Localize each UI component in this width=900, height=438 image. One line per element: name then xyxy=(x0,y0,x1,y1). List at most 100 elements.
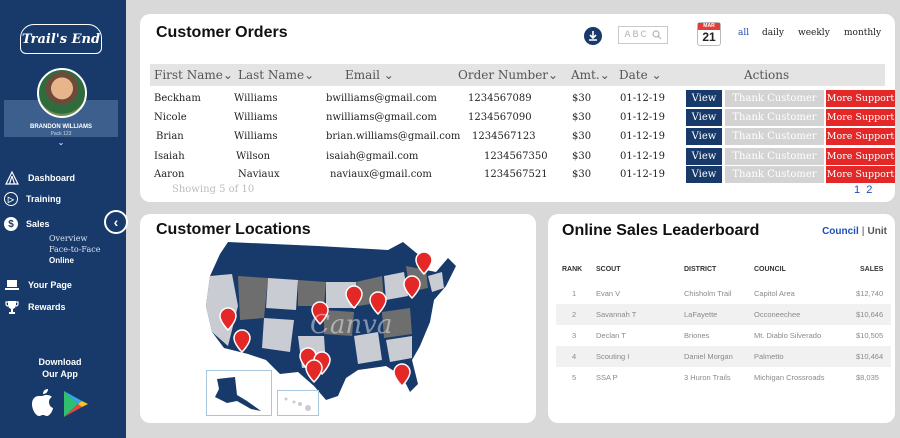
col-sales: SALES xyxy=(860,266,884,273)
list-item[interactable]: 3 Declan T Briones Mt. Diablo Silverado … xyxy=(556,325,891,346)
tent-icon xyxy=(4,170,20,186)
sidebar-item-label: Rewards xyxy=(28,302,66,312)
list-item[interactable]: 1 Evan V Chisholm Trail Capitol Area $12… xyxy=(556,283,891,304)
google-play-icon[interactable] xyxy=(64,391,88,417)
cell-first: Isaiah xyxy=(154,151,185,162)
subnav-online[interactable]: Online xyxy=(49,255,100,266)
col-email[interactable]: Email ⌄ xyxy=(345,68,394,82)
more-support-button[interactable]: More Support xyxy=(826,166,895,183)
page-2[interactable]: 2 xyxy=(866,184,872,196)
col-council: COUNCIL xyxy=(754,266,786,273)
cell-scout: Evan V xyxy=(596,289,621,298)
cell-date: 01-12-19 xyxy=(620,93,665,104)
cell-district: Daniel Morgan xyxy=(684,352,733,361)
cell-date: 01-12-19 xyxy=(620,169,665,180)
subnav-overview[interactable]: Overview xyxy=(49,233,100,244)
list-item[interactable]: 5 SSA P 3 Huron Trails Michigan Crossroa… xyxy=(556,367,891,388)
subnav-face-to-face[interactable]: Face-to-Face xyxy=(49,244,100,255)
download-icon[interactable] xyxy=(583,26,603,46)
cell-scout: Savannah T xyxy=(596,310,637,319)
leaderboard-tabs: Council | Unit xyxy=(822,226,887,237)
cell-council: Occoneechee xyxy=(754,310,801,319)
cell-council: Michigan Crossroads xyxy=(754,373,825,382)
thank-customer-button[interactable]: Thank Customer xyxy=(725,166,824,183)
cell-district: Briones xyxy=(684,331,710,340)
range-monthly[interactable]: monthly xyxy=(844,28,881,38)
list-item[interactable]: 4 Scouting I Daniel Morgan Palmetto $10,… xyxy=(556,346,891,367)
cell-email[interactable]: naviaux@gmail.com xyxy=(330,169,432,180)
list-item[interactable]: 2 Savannah T LaFayette Occoneechee $10,6… xyxy=(556,304,891,325)
cell-sales: $10,505 xyxy=(856,331,884,340)
tab-separator: | xyxy=(861,226,865,237)
chevron-down-icon[interactable]: ⌄ xyxy=(4,138,118,147)
cell-scout: Scouting I xyxy=(596,352,630,361)
table-row: Nicole Williams nwilliams@gmail.com 1234… xyxy=(150,108,895,128)
cell-amt: $30 xyxy=(572,112,592,123)
sidebar-item-rewards[interactable]: Rewards xyxy=(4,299,124,315)
view-button[interactable]: View xyxy=(686,166,722,183)
sidebar-item-label: Sales xyxy=(26,219,50,229)
leaderboard-panel: Online Sales Leaderboard Council | Unit RA… xyxy=(548,214,895,423)
avatar[interactable] xyxy=(37,68,87,118)
sales-subnav: Overview Face-to-Face Online xyxy=(49,233,100,266)
collapse-sidebar-button[interactable]: ‹ xyxy=(104,210,128,234)
view-button[interactable]: View xyxy=(686,148,722,165)
page-1[interactable]: 1 xyxy=(854,184,860,196)
tab-unit[interactable]: Unit xyxy=(868,226,887,237)
sidebar-item-your-page[interactable]: Your Page xyxy=(4,277,124,293)
cell-first: Beckham xyxy=(154,93,201,104)
cell-email[interactable]: isaiah@gmail.com xyxy=(326,151,418,162)
range-weekly[interactable]: weekly xyxy=(798,28,830,38)
calendar-month: MAR xyxy=(698,23,720,30)
search-input[interactable]: ABC xyxy=(618,26,668,44)
apple-icon[interactable] xyxy=(32,389,53,416)
thank-customer-button[interactable]: Thank Customer xyxy=(725,90,824,107)
sidebar-item-training[interactable]: ▷ Training xyxy=(4,192,124,206)
customer-locations-panel: Customer Locations Canva xyxy=(140,214,536,423)
range-daily[interactable]: daily xyxy=(762,28,784,38)
hawaii-inset xyxy=(277,390,319,416)
search-icon[interactable] xyxy=(651,30,662,40)
view-button[interactable]: View xyxy=(686,128,722,145)
thank-customer-button[interactable]: Thank Customer xyxy=(725,128,824,145)
col-amount[interactable]: Amt.⌄ xyxy=(571,68,610,82)
more-support-button[interactable]: More Support xyxy=(826,148,895,165)
more-support-button[interactable]: More Support xyxy=(826,128,895,145)
orders-table-header: First Name⌄ Last Name⌄ Email ⌄ Order Num… xyxy=(150,64,885,86)
search-placeholder: ABC xyxy=(624,29,649,41)
cell-order: 1234567350 xyxy=(484,151,548,162)
cell-amt: $30 xyxy=(572,169,592,180)
col-scout: SCOUT xyxy=(596,266,621,273)
more-support-button[interactable]: More Support xyxy=(826,109,895,126)
download-app: Download Our App xyxy=(0,356,120,380)
customer-orders-panel: Customer Orders ABC MAR 21 all daily wee… xyxy=(140,14,895,202)
more-support-button[interactable]: More Support xyxy=(826,90,895,107)
cell-district: Chisholm Trail xyxy=(684,289,732,298)
cell-email[interactable]: brian.williams@gmail.com xyxy=(326,131,460,142)
col-order-number[interactable]: Order Number⌄ xyxy=(458,68,558,82)
view-button[interactable]: View xyxy=(686,90,722,107)
col-last-name[interactable]: Last Name⌄ xyxy=(238,68,314,82)
tab-council[interactable]: Council xyxy=(822,226,859,237)
cell-date: 01-12-19 xyxy=(620,112,665,123)
cell-date: 01-12-19 xyxy=(620,131,665,142)
col-first-name[interactable]: First Name⌄ xyxy=(154,68,233,82)
cell-last: Naviaux xyxy=(238,169,280,180)
sidebar-item-dashboard[interactable]: Dashboard xyxy=(4,170,124,186)
cell-first: Aaron xyxy=(154,169,185,180)
cell-email[interactable]: bwilliams@gmail.com xyxy=(326,93,437,104)
cell-scout: Declan T xyxy=(596,331,626,340)
calendar-button[interactable]: MAR 21 xyxy=(697,22,721,46)
dollar-icon: $ xyxy=(4,217,18,231)
user-pack: Pack 123 xyxy=(50,131,72,137)
trails-end-logo[interactable]: Trail's End xyxy=(20,24,102,54)
view-button[interactable]: View xyxy=(686,109,722,126)
leaderboard-title: Online Sales Leaderboard xyxy=(562,222,760,239)
cell-email[interactable]: nwilliams@gmail.com xyxy=(326,112,437,123)
thank-customer-button[interactable]: Thank Customer xyxy=(725,148,824,165)
col-date[interactable]: Date ⌄ xyxy=(619,68,662,82)
cell-last: Williams xyxy=(234,93,278,104)
col-rank: RANK xyxy=(562,266,583,273)
thank-customer-button[interactable]: Thank Customer xyxy=(725,109,824,126)
range-all[interactable]: all xyxy=(738,28,749,38)
